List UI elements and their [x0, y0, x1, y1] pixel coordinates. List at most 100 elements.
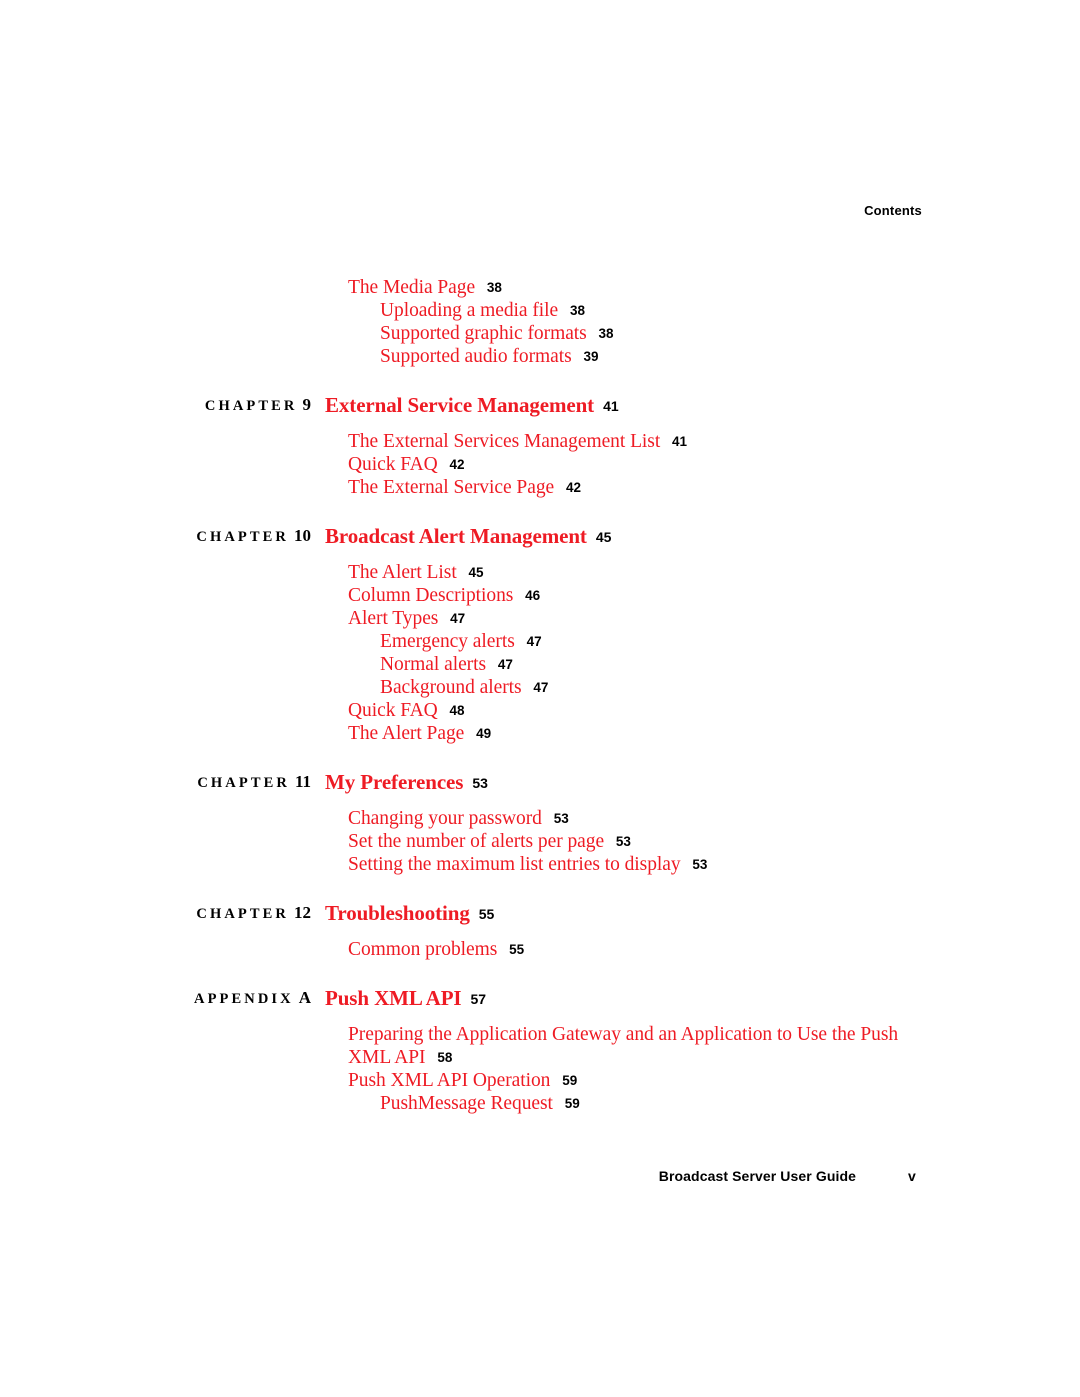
toc-entry-title[interactable]: Column Descriptions: [348, 585, 513, 606]
toc-entry-page-number: 39: [583, 349, 599, 364]
chapter-number: 9: [302, 395, 312, 414]
toc-chapter-heading[interactable]: CHAPTER 12 Troubleshooting 55: [0, 901, 1080, 933]
chapter-label-word: APPENDIX: [194, 991, 294, 1007]
chapter-title-group[interactable]: My Preferences 53: [325, 770, 488, 795]
toc-entry-title[interactable]: Changing your password: [348, 808, 542, 829]
chapter-label-word: CHAPTER: [204, 398, 298, 414]
toc-entry[interactable]: The External Service Page 42: [348, 476, 928, 499]
toc-entry-title[interactable]: The External Service Page: [348, 477, 554, 498]
toc-entry-page-number: 38: [569, 303, 585, 318]
chapter-title[interactable]: External Service Management: [325, 393, 594, 417]
toc-entry-title[interactable]: The Alert List: [348, 562, 457, 583]
toc-entry-title[interactable]: Quick FAQ: [348, 454, 438, 475]
toc-entry-title[interactable]: Supported audio formats: [380, 346, 572, 367]
toc-entry[interactable]: The Alert List 45: [348, 561, 928, 584]
toc-entry[interactable]: Setting the maximum list entries to disp…: [348, 853, 928, 876]
toc-entry[interactable]: Preparing the Application Gateway and an…: [348, 1023, 928, 1069]
page-footer: Broadcast Server User Guide v: [0, 1168, 1080, 1192]
toc-entry-page-number: 42: [565, 480, 581, 495]
toc-chapter-block: CHAPTER 11 My Preferences 53 Changing your p…: [0, 770, 1080, 876]
toc-entry-page-number: 38: [598, 326, 614, 341]
chapter-title[interactable]: Troubleshooting: [325, 901, 470, 925]
toc-entry-title[interactable]: Set the number of alerts per page: [348, 831, 604, 852]
chapter-title[interactable]: Broadcast Alert Management: [325, 524, 587, 548]
toc-entry[interactable]: PushMessage Request 59: [380, 1092, 928, 1115]
toc-entry[interactable]: Changing your password 53: [348, 807, 928, 830]
toc-entry-title[interactable]: Uploading a media file: [380, 300, 558, 321]
chapter-title-group[interactable]: Troubleshooting 55: [325, 901, 494, 926]
chapter-label-group: APPENDIX A: [0, 988, 311, 1008]
chapter-number: 12: [294, 903, 311, 922]
toc-entry[interactable]: Set the number of alerts per page 53: [348, 830, 928, 853]
toc-entry-title[interactable]: Preparing the Application Gateway and an…: [348, 1024, 898, 1068]
chapter-title-group[interactable]: Broadcast Alert Management 45: [325, 524, 611, 549]
toc-entry-page-number: 42: [449, 457, 465, 472]
chapter-page-number: 55: [478, 906, 495, 922]
chapter-page-number: 45: [595, 529, 612, 545]
toc-entry[interactable]: Push XML API Operation 59: [348, 1069, 928, 1092]
toc-entry[interactable]: The Alert Page 49: [348, 722, 928, 745]
chapter-label-group: CHAPTER 12: [0, 903, 311, 923]
toc-chapter-heading[interactable]: APPENDIX A Push XML API 57: [0, 986, 1080, 1018]
chapter-page-number: 41: [603, 398, 619, 414]
toc-entry-title[interactable]: PushMessage Request: [380, 1093, 553, 1114]
toc-entry[interactable]: Emergency alerts 47: [380, 630, 928, 653]
chapter-title[interactable]: Push XML API: [325, 986, 462, 1010]
chapter-label-group: CHAPTER 9: [0, 395, 311, 415]
toc-entry-title[interactable]: The External Services Management List: [348, 431, 660, 452]
toc-entry-list: The External Services Management List 41…: [0, 430, 1080, 499]
toc-entry-title[interactable]: Common problems: [348, 939, 497, 960]
toc-chapter-heading[interactable]: CHAPTER 11 My Preferences 53: [0, 770, 1080, 802]
chapter-number: A: [298, 988, 311, 1007]
toc-entry[interactable]: Supported graphic formats 38: [380, 322, 928, 345]
running-head: Contents: [864, 203, 922, 218]
toc-entry[interactable]: Quick FAQ 42: [348, 453, 928, 476]
toc-entry-page-number: 38: [486, 280, 502, 295]
toc-chapter-block: CHAPTER 9 External Service Management 41 The…: [0, 393, 1080, 499]
toc-entry-page-number: 49: [476, 726, 492, 741]
toc-entry-title[interactable]: Background alerts: [380, 677, 522, 698]
toc-entry-page-number: 55: [509, 942, 525, 957]
toc-entry[interactable]: Alert Types 47: [348, 607, 928, 630]
toc-entry[interactable]: Background alerts 47: [380, 676, 928, 699]
toc-entry[interactable]: The Media Page 38: [348, 276, 928, 299]
toc-entry[interactable]: Normal alerts 47: [380, 653, 928, 676]
chapter-label-group: CHAPTER 10: [0, 526, 311, 546]
toc-entry[interactable]: Quick FAQ 48: [348, 699, 928, 722]
toc-entry-title[interactable]: Emergency alerts: [380, 631, 515, 652]
toc-entry[interactable]: Column Descriptions 46: [348, 584, 928, 607]
toc-entry-title[interactable]: The Media Page: [348, 277, 475, 298]
table-of-contents: The Media Page 38 Uploading a media file …: [0, 276, 1080, 1115]
toc-entry-title[interactable]: Alert Types: [348, 608, 438, 629]
toc-entry-page-number: 47: [497, 657, 513, 672]
chapter-title[interactable]: My Preferences: [325, 770, 463, 794]
toc-chapter-heading[interactable]: CHAPTER 9 External Service Management 41: [0, 393, 1080, 425]
toc-entry-page-number: 48: [449, 703, 465, 718]
toc-entry-title[interactable]: The Alert Page: [348, 723, 464, 744]
toc-entry-page-number: 53: [615, 834, 631, 849]
chapter-number: 10: [294, 526, 311, 545]
chapter-label-word: CHAPTER: [196, 906, 289, 922]
toc-entry-title[interactable]: Setting the maximum list entries to disp…: [348, 854, 681, 875]
toc-entry[interactable]: Supported audio formats 39: [380, 345, 928, 368]
toc-entry-title[interactable]: Supported graphic formats: [380, 323, 587, 344]
chapter-title-group[interactable]: Push XML API 57: [325, 986, 486, 1011]
chapter-page-number: 53: [472, 775, 488, 791]
toc-entry[interactable]: The External Services Management List 41: [348, 430, 928, 453]
toc-entry-list: Preparing the Application Gateway and an…: [0, 1023, 1080, 1115]
toc-entry-title[interactable]: Push XML API Operation: [348, 1070, 550, 1091]
toc-entry-list: The Media Page 38 Uploading a media file …: [0, 276, 1080, 368]
toc-entry-page-number: 47: [450, 611, 466, 626]
toc-entry[interactable]: Common problems 55: [348, 938, 928, 961]
toc-entry-title[interactable]: Quick FAQ: [348, 700, 438, 721]
toc-entry-page-number: 59: [562, 1073, 578, 1088]
toc-continuation-block: The Media Page 38 Uploading a media file …: [0, 276, 1080, 368]
toc-chapter-heading[interactable]: CHAPTER 10 Broadcast Alert Management 45: [0, 524, 1080, 556]
toc-entry-page-number: 45: [468, 565, 484, 580]
toc-page: Contents The Media Page 38 Uploading a me…: [0, 0, 1080, 1397]
toc-entry-title[interactable]: Normal alerts: [380, 654, 486, 675]
chapter-title-group[interactable]: External Service Management 41: [325, 393, 619, 418]
footer-page-number: v: [908, 1168, 916, 1184]
toc-entry-list: The Alert List 45 Column Descriptions 46 A…: [0, 561, 1080, 745]
toc-entry[interactable]: Uploading a media file 38: [380, 299, 928, 322]
